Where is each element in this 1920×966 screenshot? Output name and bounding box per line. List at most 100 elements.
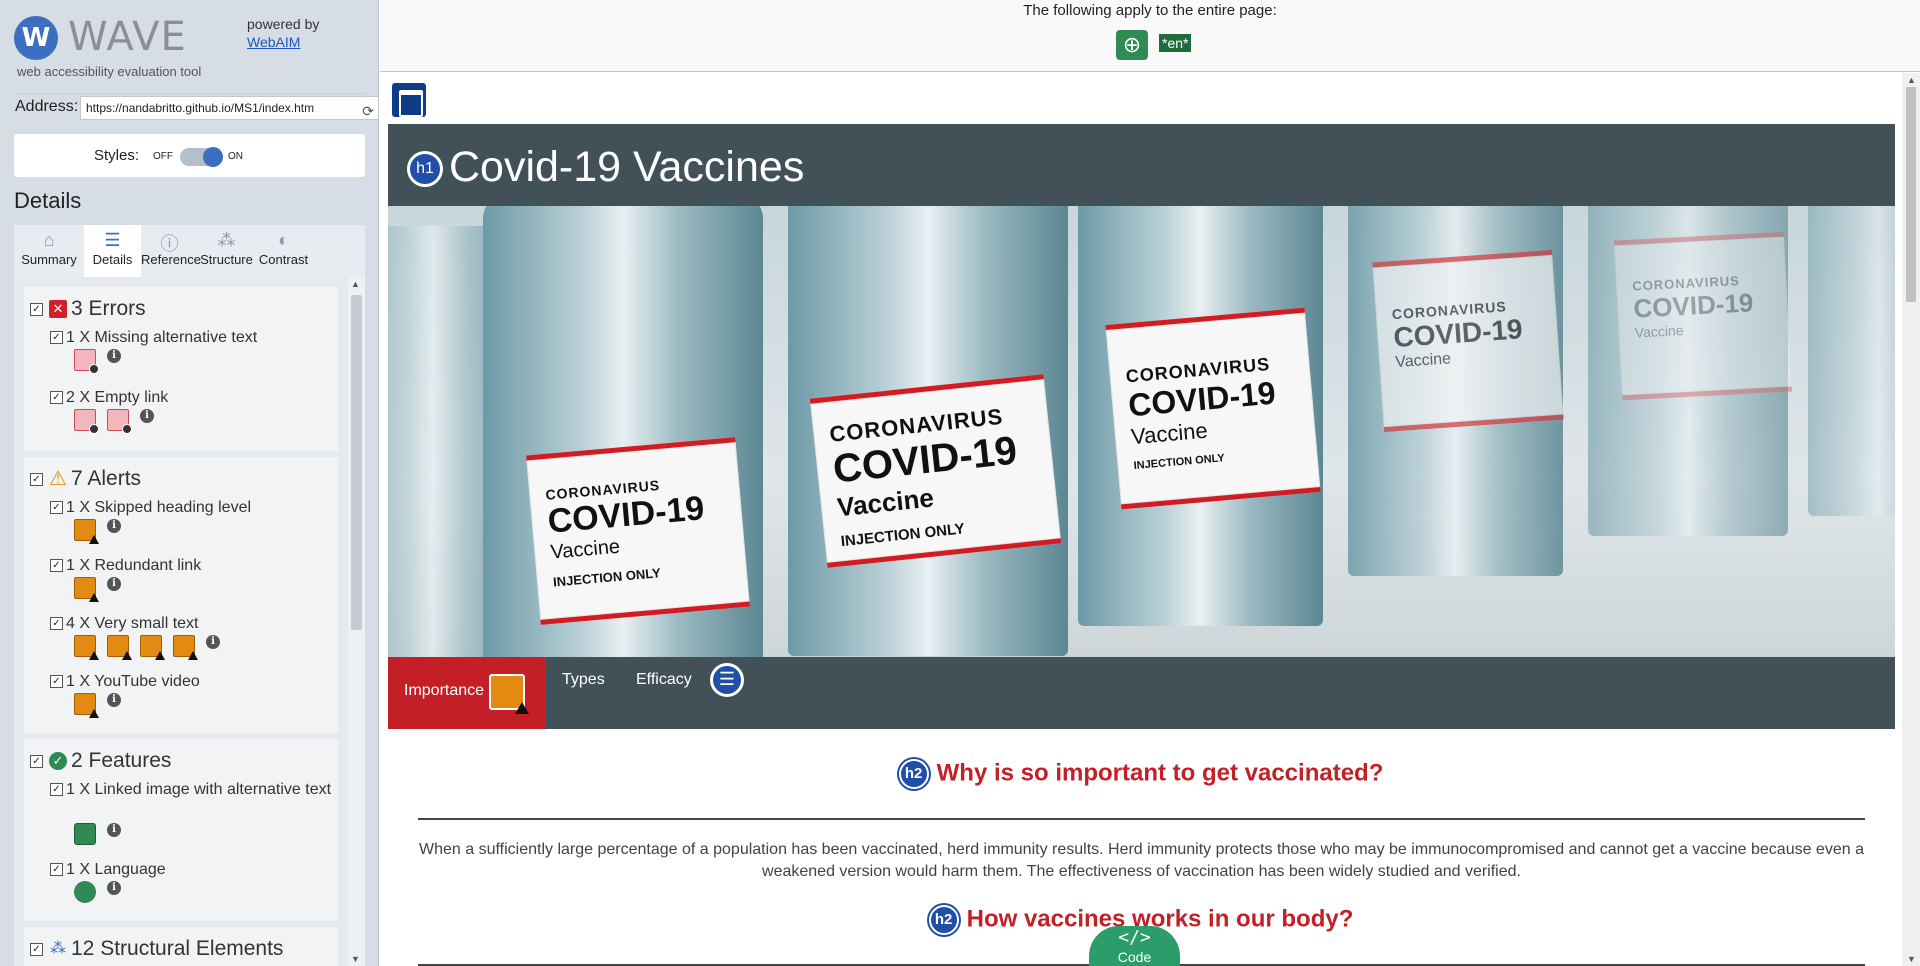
linked-image-icon[interactable] xyxy=(74,823,96,845)
small-text-icon[interactable] xyxy=(107,635,132,660)
webaim-link[interactable]: WebAIM xyxy=(247,33,319,51)
styles-toggle[interactable] xyxy=(180,147,223,167)
alert-item-label: 1 X Redundant link xyxy=(66,557,202,574)
nav-item-types[interactable]: Types xyxy=(562,671,605,689)
scroll-down-icon[interactable]: ▼ xyxy=(351,954,360,964)
error-x-icon: ✕ xyxy=(49,300,67,319)
alert-triangle-icon xyxy=(155,651,165,660)
small-text-icon[interactable] xyxy=(74,635,99,660)
feature-icons-linked-image: i xyxy=(74,823,121,847)
list-badge-icon[interactable]: ☰ xyxy=(710,663,744,697)
youtube-video-icon[interactable] xyxy=(74,693,99,718)
tab-contrast[interactable]: ◐ Contrast xyxy=(255,225,312,277)
nav-item-efficacy[interactable]: Efficacy xyxy=(636,671,692,689)
features-header[interactable]: ✓ ✓ 2 Features xyxy=(30,749,171,773)
feature-item-checkbox[interactable]: ✓ xyxy=(50,783,63,797)
feature-item-label: 1 X Language xyxy=(66,861,166,878)
h2-badge-icon[interactable]: h2 xyxy=(928,905,959,935)
scroll-up-icon[interactable]: ▲ xyxy=(351,279,360,289)
error-item-label: 1 X Missing alternative text xyxy=(66,329,258,346)
features-checkbox[interactable]: ✓ xyxy=(30,754,43,768)
alert-item-small-text[interactable]: ✓ 4 X Very small text xyxy=(50,613,335,634)
error-item-checkbox[interactable]: ✓ xyxy=(50,391,63,405)
wave-sidebar: W WAVE web accessibility evaluation tool… xyxy=(0,0,379,966)
site-nav: Importance Types Efficacy ☰ xyxy=(388,657,1895,729)
alerts-checkbox[interactable]: ✓ xyxy=(30,472,43,486)
structural-checkbox[interactable]: ✓ xyxy=(30,942,43,956)
error-icons-missing-alt: i xyxy=(74,349,121,374)
small-text-icon[interactable] xyxy=(173,635,198,660)
info-icon[interactable]: i xyxy=(107,349,121,363)
h2-badge-icon[interactable]: h2 xyxy=(898,759,929,789)
alert-triangle-icon xyxy=(122,651,132,660)
site-header: h1 Covid-19 Vaccines xyxy=(388,124,1895,206)
address-value: https://nandabritto.github.io/MS1/index.… xyxy=(86,101,315,115)
scroll-up-icon[interactable]: ▲ xyxy=(1907,75,1916,85)
scroll-down-icon[interactable]: ▼ xyxy=(1907,954,1916,964)
small-text-icon[interactable] xyxy=(140,635,165,660)
hero-bottle: CORONAVIRUS COVID-19 Vaccine INJECTION O… xyxy=(788,206,1068,656)
alert-item-checkbox[interactable]: ✓ xyxy=(50,617,63,631)
scroll-thumb[interactable] xyxy=(351,295,362,630)
alert-item-redundant-link[interactable]: ✓ 1 X Redundant link xyxy=(50,555,335,576)
structural-header[interactable]: ✓ ⁂ 12 Structural Elements xyxy=(30,937,283,961)
info-icon[interactable]: i xyxy=(107,823,121,837)
alert-item-checkbox[interactable]: ✓ xyxy=(50,559,63,573)
tab-details-label: Details xyxy=(92,252,133,267)
styles-off-label: OFF xyxy=(153,151,173,162)
details-scrollbar[interactable]: ▲ ▼ xyxy=(348,277,365,966)
alerts-header[interactable]: ✓ ⚠ 7 Alerts xyxy=(30,467,141,491)
code-toggle-button[interactable]: </> Code xyxy=(1089,926,1180,966)
tab-structure[interactable]: ⁂ Structure xyxy=(198,225,255,277)
feature-item-linked-image[interactable]: ✓ 1 X Linked image with alternative text xyxy=(50,779,335,800)
info-icon[interactable]: i xyxy=(206,635,220,649)
tab-reference[interactable]: ⓘ Reference xyxy=(141,225,201,277)
vaccine-label: CORONAVIRUS COVID-19 Vaccine xyxy=(1372,249,1564,433)
alert-item-checkbox[interactable]: ✓ xyxy=(50,675,63,689)
feature-item-checkbox[interactable]: ✓ xyxy=(50,863,63,877)
language-chip: *en* xyxy=(1159,34,1192,52)
page-scroll-thumb[interactable] xyxy=(1906,87,1916,302)
info-icon[interactable]: i xyxy=(107,519,121,533)
skipped-heading-icon[interactable] xyxy=(74,519,99,544)
alert-triangle-icon xyxy=(515,702,529,714)
alert-triangle-icon xyxy=(89,651,99,660)
alert-item-youtube[interactable]: ✓ 1 X YouTube video xyxy=(50,671,335,692)
hero-bottle xyxy=(1808,206,1895,516)
redundant-link-icon[interactable] xyxy=(74,577,99,602)
language-globe-icon[interactable] xyxy=(74,881,96,903)
info-icon[interactable]: i xyxy=(107,577,121,591)
missing-alt-icon[interactable] xyxy=(74,349,99,374)
alert-item-skipped-heading[interactable]: ✓ 1 X Skipped heading level xyxy=(50,497,335,518)
empty-link-icon[interactable] xyxy=(107,409,132,434)
error-badge-icon xyxy=(89,424,99,434)
code-button-label: Code xyxy=(1117,949,1152,965)
refresh-icon[interactable]: ⟳ xyxy=(362,100,374,119)
error-item-missing-alt[interactable]: ✓ 1 X Missing alternative text xyxy=(50,327,335,348)
error-item-empty-link[interactable]: ✓ 2 X Empty link xyxy=(50,387,335,408)
nav-importance-label: Importance xyxy=(404,682,485,699)
document-icon[interactable] xyxy=(392,83,426,117)
info-icon[interactable]: i xyxy=(140,409,154,423)
contrast-icon: ◐ xyxy=(278,230,289,250)
feature-item-language[interactable]: ✓ 1 X Language xyxy=(50,859,335,880)
wave-logo-subtitle: web accessibility evaluation tool xyxy=(17,64,202,79)
errors-header[interactable]: ✓ ✕ 3 Errors xyxy=(30,297,146,321)
info-icon[interactable]: i xyxy=(107,693,121,707)
alert-item-checkbox[interactable]: ✓ xyxy=(50,501,63,515)
page-scrollbar[interactable]: ▲ ▼ xyxy=(1902,73,1920,966)
h1-badge-icon[interactable]: h1 xyxy=(407,151,443,187)
address-input[interactable]: https://nandabritto.github.io/MS1/index.… xyxy=(80,96,379,120)
tab-details[interactable]: ☰ Details xyxy=(84,225,141,277)
errors-checkbox[interactable]: ✓ xyxy=(30,302,43,316)
hero-bottle: CORONAVIRUS COVID-19 Vaccine xyxy=(1348,206,1564,576)
language-globe-icon[interactable]: ⊕ xyxy=(1116,30,1148,60)
error-item-checkbox[interactable]: ✓ xyxy=(50,331,63,345)
tab-summary[interactable]: ⌂ Summary xyxy=(14,225,84,277)
redundant-link-alert-icon[interactable] xyxy=(489,674,529,714)
vaccine-label: CORONAVIRUS COVID-19 Vaccine INJECTION O… xyxy=(809,374,1062,568)
info-icon[interactable]: i xyxy=(107,881,121,895)
nav-item-importance[interactable]: Importance xyxy=(388,657,546,729)
site-title: Covid-19 Vaccines xyxy=(449,143,805,191)
empty-link-icon[interactable] xyxy=(74,409,99,434)
